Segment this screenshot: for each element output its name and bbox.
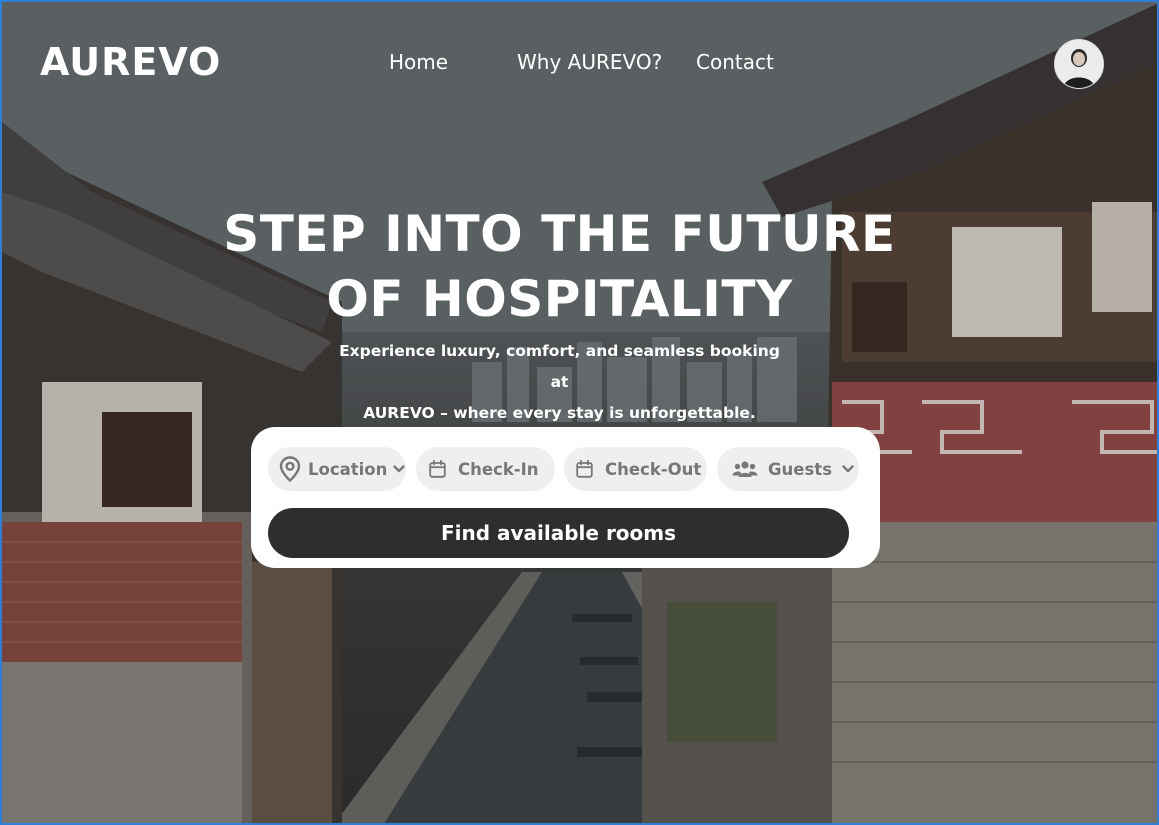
calendar-icon xyxy=(429,460,446,478)
hero-subtitle-line-1: Experience luxury, comfort, and seamless… xyxy=(339,342,780,391)
page-frame: AUREVO Home Why AUREVO? Contact STEP INT… xyxy=(0,0,1159,825)
check-in-label: Check-In xyxy=(458,459,539,479)
calendar-icon xyxy=(576,460,593,478)
users-icon xyxy=(732,460,758,478)
brand-logo[interactable]: AUREVO xyxy=(40,40,221,84)
nav-link-contact[interactable]: Contact xyxy=(696,50,774,74)
check-out-label: Check-Out xyxy=(605,459,702,479)
check-out-date-field[interactable]: Check-Out xyxy=(564,447,707,491)
location-dropdown[interactable]: Location xyxy=(268,447,406,491)
chevron-down-icon xyxy=(393,464,406,474)
find-available-rooms-button[interactable]: Find available rooms xyxy=(268,508,849,558)
hero-title-line-2: OF HOSPITALITY xyxy=(326,270,793,328)
guests-label: Guests xyxy=(768,459,833,479)
nav-link-why-aurevo[interactable]: Why AUREVO? xyxy=(517,50,662,74)
user-photo-icon xyxy=(1055,40,1103,88)
hero-title-line-1: STEP INTO THE FUTURE xyxy=(223,205,896,263)
hero-subtitle: Experience luxury, comfort, and seamless… xyxy=(332,336,787,429)
guests-dropdown[interactable]: Guests xyxy=(717,447,859,491)
booking-search-card: Location Check-In Check-Out Guests Find … xyxy=(251,427,880,568)
chevron-down-icon xyxy=(842,464,854,474)
nav-link-home[interactable]: Home xyxy=(389,50,448,74)
hero-subtitle-line-2: AUREVO – where every stay is unforgettab… xyxy=(363,404,756,422)
location-label: Location xyxy=(308,459,388,479)
user-avatar[interactable] xyxy=(1054,39,1104,89)
map-pin-icon xyxy=(279,456,301,482)
hero-title: STEP INTO THE FUTURE OF HOSPITALITY xyxy=(202,202,917,332)
check-in-date-field[interactable]: Check-In xyxy=(416,447,555,491)
